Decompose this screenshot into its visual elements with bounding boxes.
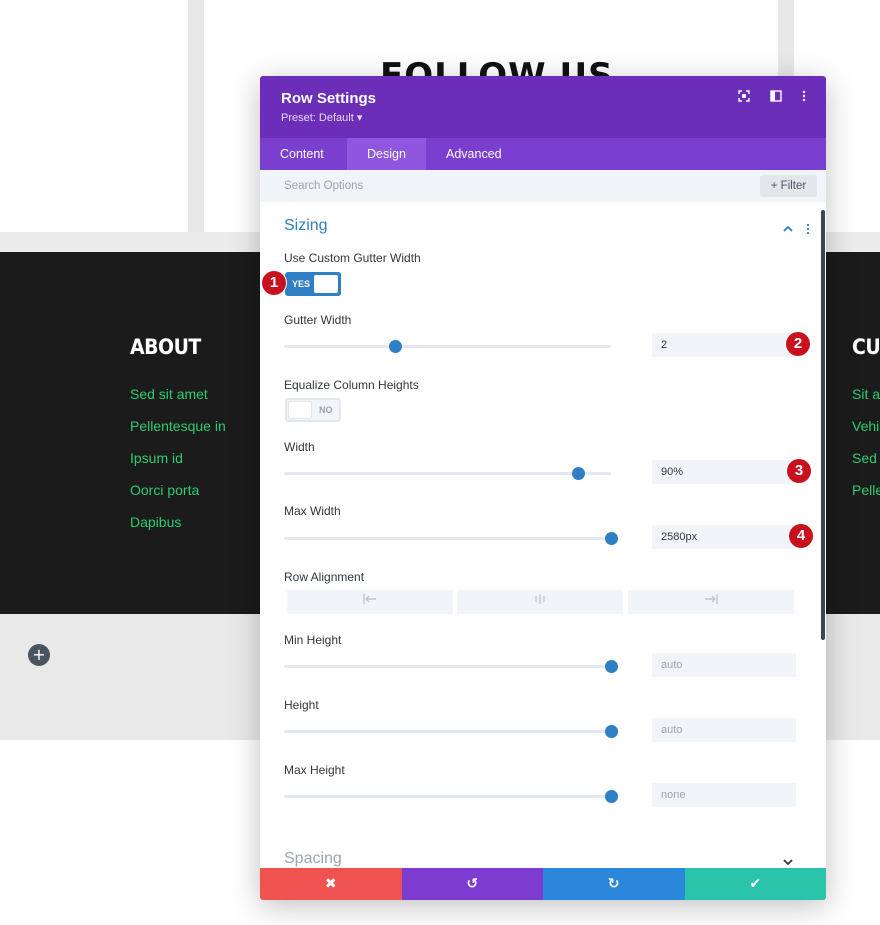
modal-action-bar: ✖ ↺ ↻ ✔ — [260, 868, 826, 900]
max-height-slider[interactable] — [284, 790, 618, 803]
search-row: + Filter — [260, 170, 826, 202]
align-left-icon — [363, 594, 376, 604]
max-width-input[interactable]: 2580px — [652, 525, 796, 549]
redo-button[interactable]: ↻ — [543, 868, 685, 900]
expand-icon-svg — [738, 90, 750, 102]
filter-button[interactable]: + Filter — [760, 175, 817, 197]
align-right-icon — [705, 594, 718, 604]
about-link[interactable]: Sed sit amet — [130, 386, 208, 402]
discard-button[interactable]: ✖ — [260, 868, 402, 900]
modal-scrollbar[interactable] — [821, 210, 825, 640]
align-right-button[interactable] — [628, 590, 794, 614]
equalize-heights-toggle[interactable]: NO — [285, 398, 341, 422]
slider-handle[interactable] — [605, 790, 618, 803]
align-center-icon — [535, 594, 545, 604]
width-slider[interactable] — [284, 467, 611, 480]
slider-handle[interactable] — [389, 340, 403, 353]
width-input[interactable]: 90% — [652, 460, 796, 484]
min-height-label: Min Height — [284, 633, 342, 647]
annotation-badge: 3 — [787, 459, 811, 483]
about-heading: ABOUT — [130, 335, 201, 359]
gutter-width-input[interactable]: 2 — [652, 333, 796, 357]
row-alignment-label: Row Alignment — [284, 570, 365, 584]
save-button[interactable]: ✔ — [684, 868, 826, 900]
more-icon-svg — [802, 90, 806, 102]
sidebar-icon[interactable] — [768, 90, 784, 106]
right-column-link[interactable]: Sed s — [852, 450, 880, 466]
equalize-heights-label: Equalize Column Heights — [284, 378, 419, 392]
background-column-divider-left — [188, 0, 204, 232]
gutter-width-slider[interactable] — [284, 340, 611, 353]
min-height-input[interactable]: auto — [652, 653, 796, 677]
row-settings-modal: Row Settings Preset: Default ▾ Content D… — [260, 76, 826, 900]
slider-handle[interactable] — [605, 725, 618, 738]
right-column-heading: CUS — [852, 335, 880, 359]
max-width-slider[interactable] — [284, 532, 618, 545]
slider-handle[interactable] — [605, 532, 618, 545]
gutter-width-label: Gutter Width — [284, 313, 352, 327]
min-height-slider[interactable] — [284, 660, 618, 673]
undo-button[interactable]: ↺ — [401, 868, 543, 900]
annotation-badge: 4 — [789, 524, 813, 548]
about-link[interactable]: Oorci porta — [130, 482, 199, 498]
slider-handle[interactable] — [605, 660, 618, 673]
chevron-down-icon-svg — [783, 859, 793, 866]
toggle-yes-label: YES — [292, 279, 311, 289]
toggle-knob — [314, 275, 338, 293]
sizing-section-title[interactable]: Sizing — [284, 217, 328, 235]
toggle-knob — [288, 401, 312, 419]
more-icon[interactable] — [796, 90, 812, 106]
section-more-icon-svg — [806, 223, 810, 235]
right-column-link[interactable]: Pelle — [852, 482, 880, 498]
slider-handle[interactable] — [572, 467, 586, 480]
add-row-button[interactable]: + — [28, 644, 50, 666]
about-link[interactable]: Pellentesque in — [130, 418, 226, 434]
max-width-label: Max Width — [284, 504, 341, 518]
custom-gutter-toggle[interactable]: YES — [285, 272, 341, 296]
custom-gutter-label: Use Custom Gutter Width — [284, 251, 421, 265]
toggle-no-label: NO — [319, 405, 333, 415]
modal-title: Row Settings — [281, 90, 377, 107]
section-more-icon[interactable] — [802, 220, 814, 239]
about-link[interactable]: Dapibus — [130, 514, 181, 530]
align-center-button[interactable] — [457, 590, 623, 614]
annotation-badge: 1 — [262, 271, 286, 295]
right-column-link[interactable]: Vehic — [852, 418, 880, 434]
chevron-up-icon-svg — [783, 225, 793, 232]
spacing-section-title[interactable]: Spacing — [284, 850, 342, 868]
settings-tabs: Content Design Advanced — [260, 138, 826, 170]
max-height-input[interactable]: none — [652, 783, 796, 807]
height-input[interactable]: auto — [652, 718, 796, 742]
tab-design[interactable]: Design — [347, 138, 426, 170]
search-options-input[interactable] — [274, 175, 744, 197]
height-slider[interactable] — [284, 725, 618, 738]
expand-icon[interactable] — [736, 90, 752, 106]
max-height-label: Max Height — [284, 763, 345, 777]
preset-selector[interactable]: Preset: Default ▾ — [281, 111, 362, 124]
tab-advanced[interactable]: Advanced — [426, 138, 522, 170]
sidebar-icon-svg — [770, 90, 782, 102]
width-label: Width — [284, 440, 315, 454]
align-left-button[interactable] — [287, 590, 453, 614]
chevron-up-icon[interactable] — [782, 220, 794, 239]
page: FOLLOW US ABOUT CUS Sed sit amet Pellent… — [0, 0, 880, 925]
about-link[interactable]: Ipsum id — [130, 450, 183, 466]
tab-content[interactable]: Content — [260, 138, 344, 170]
right-column-link[interactable]: Sit am — [852, 386, 880, 402]
modal-header: Row Settings Preset: Default ▾ — [260, 76, 826, 138]
annotation-badge: 2 — [786, 332, 810, 356]
height-label: Height — [284, 698, 319, 712]
